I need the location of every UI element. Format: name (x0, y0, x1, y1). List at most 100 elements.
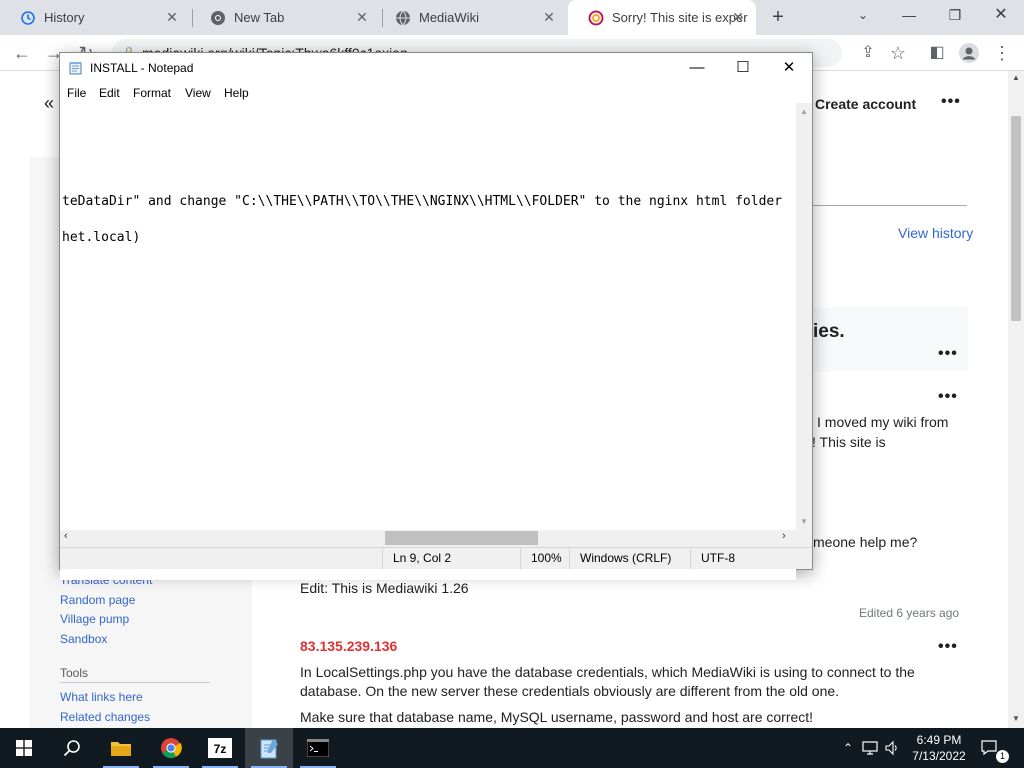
create-account-link[interactable]: Create account (815, 96, 916, 112)
file-explorer-icon[interactable] (97, 728, 145, 768)
notification-center-icon[interactable]: 1 (980, 728, 1010, 768)
tab-label: New Tab (234, 10, 285, 25)
divider (812, 205, 967, 206)
view-history-link[interactable]: View history (898, 225, 973, 241)
clock-date: 7/13/2022 (912, 749, 966, 763)
scrollbar-thumb[interactable] (1011, 116, 1021, 321)
scroll-up-arrow-icon[interactable]: ▲ (1012, 73, 1020, 82)
notepad-text-area[interactable]: teDataDir" and change "C:\\THE\\PATH\\TO… (60, 103, 796, 580)
globe-icon (395, 10, 411, 26)
scroll-down-arrow-icon[interactable]: ▼ (1012, 714, 1020, 723)
sidebar-link-sandbox[interactable]: Sandbox (60, 632, 107, 646)
taskbar: 7z ⌃ 6:49 PM 7/13/2022 1 (0, 728, 1024, 768)
notepad-maximize-button[interactable]: ☐ (720, 53, 766, 83)
scroll-up-arrow-icon[interactable]: ▲ (800, 107, 808, 116)
menu-edit[interactable]: Edit (99, 86, 120, 100)
scroll-down-arrow-icon[interactable]: ▼ (800, 517, 808, 526)
collapse-sidebar-icon[interactable]: « (44, 93, 54, 114)
notification-count-badge: 1 (996, 750, 1009, 763)
close-tab-icon[interactable]: ✕ (730, 9, 746, 25)
close-window-button[interactable]: ✕ (978, 0, 1024, 30)
divider (60, 682, 210, 683)
browser-tab-strip: History ✕ New Tab ✕ MediaWiki ✕ Sorry! T… (0, 0, 1024, 35)
sidebar-link-random-page[interactable]: Random page (60, 593, 135, 607)
back-arrow-icon[interactable]: ← (10, 41, 34, 65)
tab-new-tab[interactable]: New Tab ✕ (190, 0, 380, 35)
notepad-title: INSTALL - Notepad (90, 61, 194, 75)
search-icon[interactable] (48, 728, 96, 768)
history-icon (20, 10, 36, 26)
notepad-menubar: File Edit Format View Help (60, 83, 812, 103)
sidebar-link-what-links-here[interactable]: What links here (60, 690, 143, 704)
notepad-horizontal-scrollbar[interactable]: ‹ › (60, 530, 796, 547)
share-icon[interactable]: ⇪ (856, 41, 880, 65)
network-icon[interactable] (861, 728, 883, 768)
close-tab-icon[interactable]: ✕ (541, 9, 557, 25)
notepad-app-icon (69, 61, 83, 75)
tab-history[interactable]: History ✕ (0, 0, 190, 35)
reply-text-line: database. On the new server these creden… (300, 683, 840, 699)
wiki-error-icon (588, 10, 604, 26)
status-encoding: UTF-8 (690, 548, 812, 569)
post-text-line: meone help me? (813, 534, 918, 550)
notepad-statusbar: Ln 9, Col 2 100% Windows (CRLF) UTF-8 (60, 547, 812, 569)
scrollbar-thumb[interactable] (385, 531, 538, 545)
menu-file[interactable]: File (67, 86, 86, 100)
bookmark-star-icon[interactable]: ☆ (886, 41, 910, 65)
sidebar-link-village-pump[interactable]: Village pump (60, 612, 129, 626)
tab-search-icon[interactable]: ⌄ (840, 0, 886, 30)
more-menu-icon[interactable]: ••• (941, 93, 961, 111)
sidebar-tools-heading: Tools (60, 666, 89, 680)
notepad-titlebar[interactable]: INSTALL - Notepad — ☐ ✕ (60, 53, 812, 83)
chrome-icon (210, 10, 226, 26)
notepad-vertical-scrollbar[interactable]: ▲ ▼ (796, 103, 812, 530)
kebab-menu-icon[interactable]: ⋮ (990, 41, 1014, 65)
side-panel-icon[interactable]: ◧ (925, 41, 949, 65)
notepad-window: INSTALL - Notepad — ☐ ✕ File Edit Format… (59, 52, 813, 580)
svg-text:7z: 7z (214, 742, 227, 756)
taskbar-clock[interactable]: 6:49 PM 7/13/2022 (900, 732, 978, 764)
tray-chevron-up-icon[interactable]: ⌃ (838, 728, 858, 768)
notepad-close-button[interactable]: ✕ (766, 53, 812, 83)
tab-label: MediaWiki (419, 10, 479, 25)
resize-grip[interactable] (796, 530, 812, 547)
notepad-icon[interactable] (245, 728, 293, 768)
edit-note: Edit: This is Mediawiki 1.26 (300, 580, 469, 596)
text-line: teDataDir" and change "C:\\THE\\PATH\\TO… (62, 194, 783, 209)
tab-sorry-site[interactable]: Sorry! This site is exper ✕ (568, 0, 756, 35)
status-cursor-position: Ln 9, Col 2 (382, 548, 522, 569)
profile-avatar-icon[interactable] (957, 41, 981, 65)
reply-author-link[interactable]: 83.135.239.136 (300, 638, 397, 654)
text-line: het.local) (62, 230, 141, 245)
page-scrollbar[interactable]: ▲ ▼ (1008, 71, 1024, 728)
post-menu-icon[interactable]: ••• (938, 388, 958, 406)
terminal-icon[interactable] (294, 728, 342, 768)
tab-label: Sorry! This site is exper (612, 10, 748, 25)
post-text-line: I moved my wiki from (817, 414, 949, 430)
menu-help[interactable]: Help (224, 86, 249, 100)
minimize-button[interactable]: — (886, 0, 932, 30)
tab-mediawiki[interactable]: MediaWiki ✕ (375, 0, 567, 35)
new-tab-button[interactable]: + (766, 6, 790, 29)
scroll-left-arrow-icon[interactable]: ‹ (64, 530, 68, 542)
status-line-ending: Windows (CRLF) (569, 548, 691, 569)
chrome-icon[interactable] (147, 728, 195, 768)
restore-button[interactable]: ❐ (932, 0, 978, 30)
topic-menu-icon[interactable]: ••• (938, 345, 958, 363)
start-icon[interactable] (0, 728, 48, 768)
sidebar-link-related-changes[interactable]: Related changes (60, 710, 150, 724)
post-text-line: ! This site is (812, 434, 886, 450)
menu-view[interactable]: View (185, 86, 211, 100)
tab-label: History (44, 10, 85, 25)
reply-text-line: Make sure that database name, MySQL user… (300, 709, 814, 725)
edited-timestamp: Edited 6 years ago (859, 606, 960, 620)
clock-time: 6:49 PM (916, 733, 962, 747)
close-tab-icon[interactable]: ✕ (354, 9, 370, 25)
7zip-icon[interactable]: 7z (196, 728, 244, 768)
menu-format[interactable]: Format (133, 86, 171, 100)
status-zoom: 100% (520, 548, 570, 569)
close-tab-icon[interactable]: ✕ (164, 9, 180, 25)
reply-menu-icon[interactable]: ••• (938, 638, 958, 656)
notepad-minimize-button[interactable]: — (674, 53, 720, 83)
scroll-right-arrow-icon[interactable]: › (782, 530, 786, 542)
